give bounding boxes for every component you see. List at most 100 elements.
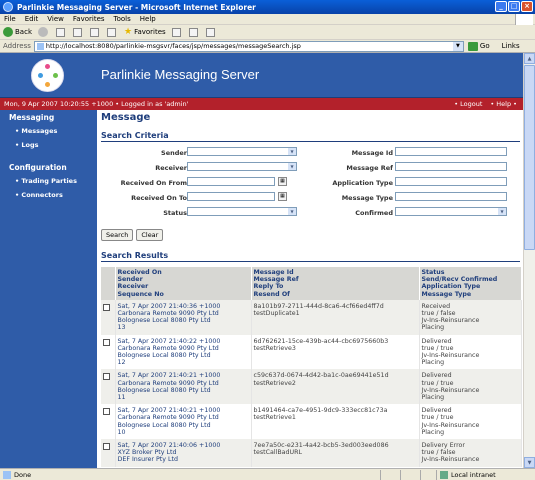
scroll-up-icon[interactable]: ▲ <box>524 53 535 64</box>
menu-help[interactable]: Help <box>140 15 156 23</box>
print-button[interactable] <box>205 27 217 37</box>
page-done-icon <box>3 470 11 479</box>
search-button[interactable] <box>107 27 118 37</box>
received-on[interactable]: Sat, 7 Apr 2007 21:40:22 +1000 <box>118 338 249 345</box>
mail-button[interactable] <box>188 27 200 37</box>
received-on[interactable]: Sat, 7 Apr 2007 21:40:21 +1000 <box>118 407 249 414</box>
window-title: Parlinkie Messaging Server - Microsoft I… <box>17 2 256 12</box>
security-zone: Local intranet <box>440 471 496 479</box>
go-button[interactable]: Go <box>467 41 490 51</box>
row-checkbox[interactable] <box>103 373 110 381</box>
received-on[interactable]: Sat, 7 Apr 2007 21:40:06 +1000 <box>118 442 249 449</box>
ie-icon <box>3 2 13 12</box>
table-row[interactable]: Sat, 7 Apr 2007 21:40:21 +1000 Carbonara… <box>101 404 522 440</box>
table-row[interactable]: Sat, 7 Apr 2007 21:40:06 +1000 XYZ Broke… <box>101 439 522 467</box>
back-button[interactable]: Back <box>3 27 32 37</box>
status-divider <box>436 470 437 480</box>
chevron-down-icon: ▼ <box>288 208 296 215</box>
menu-edit[interactable]: Edit <box>25 15 39 23</box>
form-buttons: Search Clear <box>101 229 520 241</box>
scroll-thumb[interactable] <box>524 65 535 250</box>
search-button[interactable]: Search <box>101 229 134 241</box>
favorites-button[interactable]: ★ Favorites <box>124 27 166 37</box>
address-input[interactable]: http://localhost:8080/parlinkie-msgsvr/f… <box>33 40 464 52</box>
application-type-input[interactable] <box>395 177 507 186</box>
received-on[interactable]: Sat, 7 Apr 2007 21:40:36 +1000 <box>118 303 249 310</box>
table-row[interactable]: Sat, 7 Apr 2007 21:40:22 +1000 Carbonara… <box>101 334 522 370</box>
header-status: Status <box>421 269 445 276</box>
receiver-select[interactable]: ▼ <box>187 162 297 171</box>
links-button[interactable]: Links <box>502 42 520 50</box>
calendar-icon[interactable]: ▦ <box>278 192 287 201</box>
sender-select[interactable]: ▼ <box>187 147 297 156</box>
sidebar-item-logs[interactable]: • Logs <box>9 141 97 149</box>
close-button[interactable]: × <box>521 1 533 12</box>
search-criteria-title: Search Criteria <box>101 131 520 142</box>
message-type: Placing <box>421 359 445 367</box>
application-type: Jv-Ins-Reinsurance <box>421 317 480 325</box>
receiver: Bolognese Local 8080 Pty Ltd <box>117 352 211 360</box>
logo-dot-icon <box>53 73 58 78</box>
table-row[interactable]: Sat, 7 Apr 2007 21:40:21 +1000 Carbonara… <box>101 369 522 405</box>
received-to-input[interactable] <box>187 192 275 201</box>
results-table: Received On Sender Receiver Sequence No … <box>101 267 522 467</box>
confirmed-select[interactable]: ▼ <box>395 207 507 216</box>
message-ref: testDuplicate1 <box>253 310 300 318</box>
column-header-message: Message Id Message Ref Reply To Resend O… <box>251 267 420 300</box>
go-arrow-icon <box>467 41 478 51</box>
chevron-down-icon: ▼ <box>288 163 296 170</box>
status-select[interactable]: ▼ <box>187 207 297 216</box>
forward-button[interactable] <box>38 27 50 37</box>
message-id: 8a101b97-2711-444d-8ca6-4cf66ed4ff7d <box>253 302 384 310</box>
row-checkbox[interactable] <box>103 338 110 346</box>
sidebar-item-trading-parties[interactable]: • Trading Parties <box>9 177 97 185</box>
calendar-icon[interactable]: ▦ <box>278 177 287 186</box>
received-from-input[interactable] <box>187 177 275 186</box>
chevron-down-icon[interactable]: ▼ <box>452 41 463 51</box>
page-title: Message <box>101 112 151 123</box>
logout-link[interactable]: • Logout <box>454 100 482 108</box>
message-ref-input[interactable] <box>395 162 507 171</box>
status-label: Status <box>163 209 187 217</box>
message-type-input[interactable] <box>395 192 507 201</box>
home-button[interactable] <box>90 27 101 37</box>
vertical-scrollbar[interactable]: ▲ ▼ <box>523 53 535 468</box>
sidebar-item-connectors[interactable]: • Connectors <box>9 191 97 199</box>
row-checkbox[interactable] <box>103 303 110 311</box>
clear-button[interactable]: Clear <box>136 229 164 241</box>
message-ref: testRetrieve3 <box>253 344 296 352</box>
status: Delivery Error <box>421 442 466 450</box>
status: Delivered <box>421 372 452 380</box>
app-logo <box>31 59 64 92</box>
received-on[interactable]: Sat, 7 Apr 2007 21:40:21 +1000 <box>118 372 249 379</box>
maximize-button[interactable]: □ <box>508 1 520 12</box>
menu-view[interactable]: View <box>47 15 64 23</box>
menu-file[interactable]: File <box>4 15 16 23</box>
intranet-icon <box>440 471 448 479</box>
app-header: Parlinkie Messaging Server <box>0 53 523 98</box>
receiver: Bolognese Local 8080 Pty Ltd <box>117 421 211 429</box>
back-label: Back <box>15 28 32 36</box>
header-resend-of: Resend Of <box>253 290 290 298</box>
table-row[interactable]: Sat, 7 Apr 2007 21:40:36 +1000 Carbonara… <box>101 299 522 335</box>
message-id-input[interactable] <box>395 147 507 156</box>
header-message-id: Message Id <box>253 269 294 276</box>
history-button[interactable] <box>171 27 183 37</box>
logo-dot-icon <box>38 73 43 78</box>
scroll-down-icon[interactable]: ▼ <box>524 457 535 468</box>
sender: Carbonara Remote 9090 Pty Ltd <box>117 310 219 318</box>
menu-favorites[interactable]: Favorites <box>73 15 105 23</box>
confirmed: true / false <box>421 310 456 318</box>
help-link[interactable]: • Help • <box>490 100 517 108</box>
application-type-label: Application Type <box>332 179 393 187</box>
minimize-button[interactable]: _ <box>495 1 507 12</box>
row-checkbox[interactable] <box>103 408 110 416</box>
sidebar-item-messages[interactable]: • Messages <box>9 127 97 135</box>
refresh-button[interactable] <box>73 27 84 37</box>
stop-button[interactable] <box>56 27 67 37</box>
message-id: c59c637d-0674-4d42-ba1c-0ae69441e51d <box>253 372 389 380</box>
message-ref: testRetrieve2 <box>253 379 296 387</box>
row-checkbox[interactable] <box>103 443 110 451</box>
menu-tools[interactable]: Tools <box>114 15 131 23</box>
status-divider <box>400 470 401 480</box>
